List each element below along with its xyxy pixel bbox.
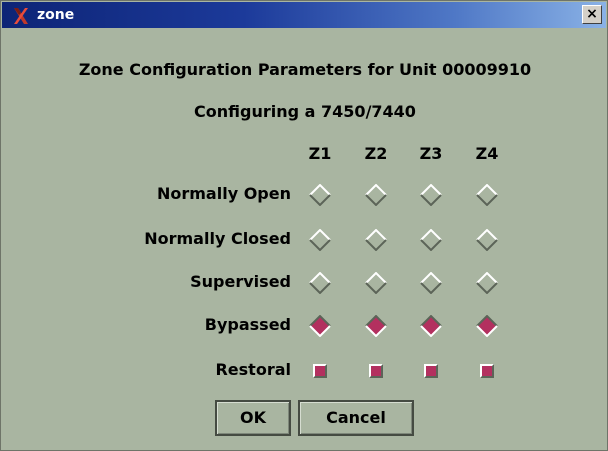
checkbox-restoral-z2[interactable] <box>369 364 383 378</box>
radio-supervised-z2[interactable] <box>365 272 387 294</box>
window-title: zone <box>37 7 75 23</box>
radio-normally-closed-z4[interactable] <box>476 229 498 251</box>
row-label-normally-closed: Normally Closed <box>144 229 291 248</box>
close-icon: × <box>586 6 598 22</box>
close-button[interactable]: × <box>582 5 602 24</box>
page-title: Zone Configuration Parameters for Unit 0… <box>78 60 532 79</box>
checkbox-restoral-z3[interactable] <box>424 364 438 378</box>
device-subtitle: Configuring a 7450/7440 <box>194 102 416 121</box>
column-header-z1: Z1 <box>308 144 332 163</box>
radio-bypassed-z4[interactable] <box>476 315 498 337</box>
radio-bypassed-z2[interactable] <box>365 315 387 337</box>
radio-normally-open-z3[interactable] <box>420 184 442 206</box>
radio-bypassed-z3[interactable] <box>420 315 442 337</box>
radio-normally-closed-z2[interactable] <box>365 229 387 251</box>
radio-normally-open-z1[interactable] <box>309 184 331 206</box>
cancel-button[interactable]: Cancel <box>298 400 414 436</box>
zone-dialog-window: zone × Zone Configuration Parameters for… <box>0 0 608 451</box>
title-bar[interactable]: zone × <box>2 2 606 28</box>
x-app-icon <box>14 8 28 24</box>
radio-normally-open-z2[interactable] <box>365 184 387 206</box>
radio-supervised-z3[interactable] <box>420 272 442 294</box>
radio-normally-open-z4[interactable] <box>476 184 498 206</box>
radio-normally-closed-z1[interactable] <box>309 229 331 251</box>
row-label-bypassed: Bypassed <box>204 315 291 334</box>
radio-supervised-z1[interactable] <box>309 272 331 294</box>
row-label-normally-open: Normally Open <box>156 184 291 203</box>
checkbox-restoral-z4[interactable] <box>480 364 494 378</box>
row-label-restoral: Restoral <box>215 360 291 379</box>
radio-normally-closed-z3[interactable] <box>420 229 442 251</box>
column-header-z2: Z2 <box>364 144 388 163</box>
checkbox-restoral-z1[interactable] <box>313 364 327 378</box>
ok-button[interactable]: OK <box>215 400 291 436</box>
column-header-z3: Z3 <box>419 144 443 163</box>
radio-supervised-z4[interactable] <box>476 272 498 294</box>
column-header-z4: Z4 <box>475 144 499 163</box>
row-label-supervised: Supervised <box>190 272 291 291</box>
radio-bypassed-z1[interactable] <box>309 315 331 337</box>
